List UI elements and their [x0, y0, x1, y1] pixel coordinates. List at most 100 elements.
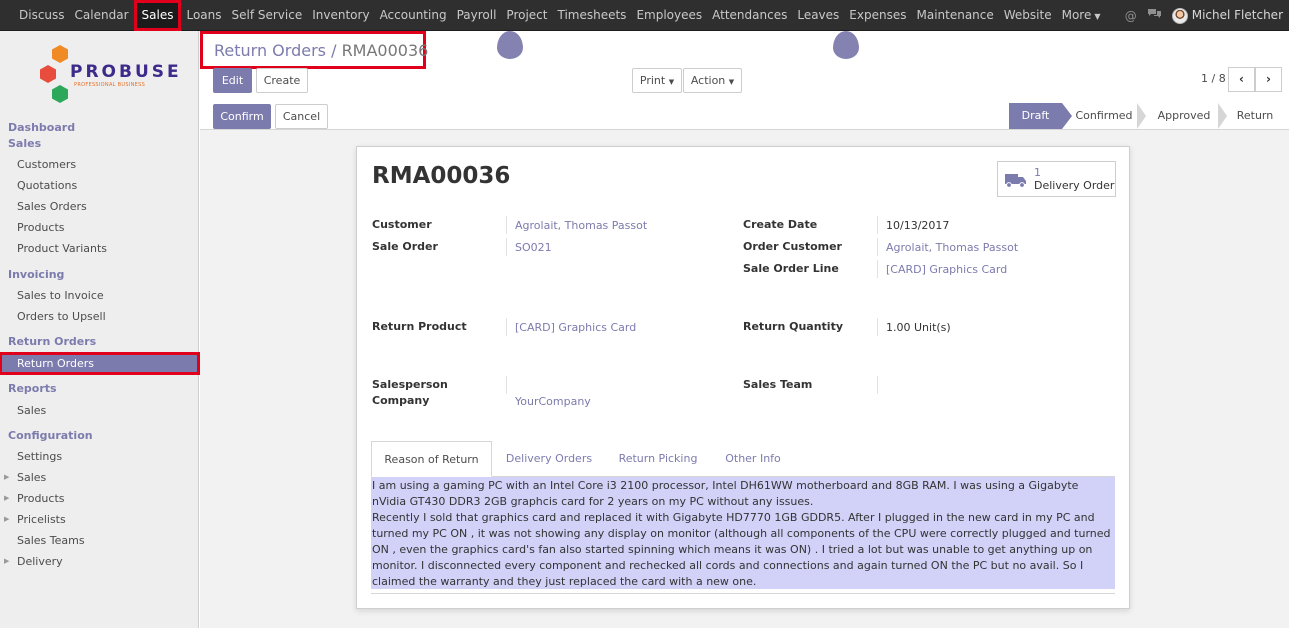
sidebar-head-reports: Reports: [8, 382, 57, 395]
tab-reason-of-return[interactable]: Reason of Return: [371, 441, 492, 477]
create-date-label: Create Date: [743, 218, 818, 231]
menu-website[interactable]: Website: [999, 0, 1057, 31]
breadcrumb-separator: /: [331, 41, 337, 60]
truck-icon: [1005, 174, 1026, 188]
caret-down-icon: ▼: [1094, 12, 1101, 21]
return-product-field[interactable]: [CARD] Graphics Card: [515, 321, 636, 334]
sidebar-item-sales-orders[interactable]: Sales Orders: [0, 196, 199, 217]
caret-right-icon: ▶: [4, 494, 10, 502]
menu-project[interactable]: Project: [501, 0, 552, 31]
create-date-field[interactable]: 10/13/2017: [886, 219, 949, 232]
menu-self-service[interactable]: Self Service: [227, 0, 308, 31]
menu-employees[interactable]: Employees: [631, 0, 707, 31]
company-label: Company: [372, 394, 430, 407]
sale-order-field[interactable]: SO021: [515, 241, 552, 254]
tour-tip-icon[interactable]: [833, 31, 859, 59]
menu-sales[interactable]: Sales: [133, 0, 182, 31]
caret-down-icon: ▼: [728, 78, 735, 86]
pager-next-button[interactable]: ›: [1255, 67, 1282, 92]
stage-draft[interactable]: Draft: [1009, 103, 1062, 129]
top-navbar: Discuss Calendar Sales Loans Self Servic…: [0, 0, 1289, 31]
sidebar-item-config-pricelists[interactable]: ▶ Pricelists: [0, 509, 199, 530]
sidebar-item-config-sales[interactable]: ▶ Sales: [0, 467, 199, 488]
company-field[interactable]: YourCompany: [515, 395, 591, 408]
breadcrumb-parent[interactable]: Return Orders: [214, 41, 326, 60]
tour-tip-icon[interactable]: [497, 31, 523, 59]
caret-down-icon: ▼: [668, 78, 675, 86]
menu-inventory[interactable]: Inventory: [307, 0, 374, 31]
pager-value[interactable]: 1 / 8: [1201, 72, 1226, 85]
order-customer-label: Order Customer: [743, 240, 842, 253]
sidebar-item-config-delivery[interactable]: ▶ Delivery: [0, 551, 199, 572]
caret-right-icon: ▶: [4, 557, 10, 565]
field-divider: [506, 216, 507, 234]
order-customer-field[interactable]: Agrolait, Thomas Passot: [886, 241, 1018, 254]
tab-delivery-orders[interactable]: Delivery Orders: [497, 441, 601, 477]
menu-expenses[interactable]: Expenses: [844, 0, 911, 31]
menu-attendances[interactable]: Attendances: [707, 0, 792, 31]
sidebar-item-label: Products: [17, 492, 65, 505]
tab-return-picking[interactable]: Return Picking: [606, 441, 710, 477]
sidebar-item-sales-to-invoice[interactable]: Sales to Invoice: [0, 285, 199, 306]
sale-order-line-field[interactable]: [CARD] Graphics Card: [886, 263, 1007, 276]
menu-maintenance[interactable]: Maintenance: [911, 0, 998, 31]
menu-timesheets[interactable]: Timesheets: [552, 0, 631, 31]
delivery-order-smart-button[interactable]: 1 Delivery Order: [997, 161, 1116, 197]
top-right-systray: @ Michel Fletcher: [1125, 0, 1283, 31]
tab-other-info[interactable]: Other Info: [715, 441, 791, 477]
sidebar-head-invoicing: Invoicing: [8, 268, 65, 281]
pager-previous-button[interactable]: ‹: [1228, 67, 1255, 92]
stage-confirmed[interactable]: Confirmed: [1072, 103, 1136, 129]
sidebar-item-reports-sales[interactable]: Sales: [0, 400, 199, 421]
field-underline: [371, 593, 1115, 594]
customer-field[interactable]: Agrolait, Thomas Passot: [515, 219, 647, 232]
menu-more[interactable]: More ▼: [1057, 0, 1106, 31]
stage-return[interactable]: Return: [1230, 103, 1280, 129]
print-button[interactable]: Print ▼: [632, 68, 682, 93]
sidebar-item-sales-teams[interactable]: Sales Teams: [0, 530, 199, 551]
sidebar-item-orders-to-upsell[interactable]: Orders to Upsell: [0, 306, 199, 327]
stage-approved[interactable]: Approved: [1152, 103, 1216, 129]
sidebar-head-sales: Sales: [8, 137, 42, 150]
stage-arrow: [1218, 103, 1227, 129]
at-mention-icon[interactable]: @: [1125, 9, 1137, 23]
user-menu[interactable]: Michel Fletcher: [1171, 7, 1283, 24]
menu-discuss[interactable]: Discuss: [14, 0, 70, 31]
sidebar-item-config-products[interactable]: ▶ Products: [0, 488, 199, 509]
sidebar-head-configuration: Configuration: [8, 429, 93, 442]
sidebar-dashboard[interactable]: Dashboard: [8, 121, 75, 134]
edit-button[interactable]: Edit: [213, 68, 252, 93]
sidebar-item-quotations[interactable]: Quotations: [0, 175, 199, 196]
sidebar-item-label: Sales: [17, 471, 47, 484]
action-button[interactable]: Action ▼: [683, 68, 742, 93]
reason-paragraph: Recently I sold that graphics card and r…: [372, 511, 1111, 588]
sidebar-item-settings[interactable]: Settings: [0, 446, 199, 467]
menu-leaves[interactable]: Leaves: [792, 0, 844, 31]
confirm-button[interactable]: Confirm: [213, 104, 271, 129]
return-quantity-field[interactable]: 1.00 Unit(s): [886, 321, 951, 334]
sidebar-item-products[interactable]: Products: [0, 217, 199, 238]
top-menu: Discuss Calendar Sales Loans Self Servic…: [14, 0, 1106, 31]
sidebar-item-return-orders[interactable]: Return Orders: [0, 352, 200, 375]
menu-calendar[interactable]: Calendar: [70, 0, 134, 31]
reason-text-field[interactable]: I am using a gaming PC with an Intel Cor…: [371, 477, 1115, 589]
print-label: Print: [639, 74, 666, 87]
menu-payroll[interactable]: Payroll: [452, 0, 502, 31]
caret-right-icon: ▶: [4, 473, 10, 481]
create-button[interactable]: Create: [256, 68, 308, 93]
menu-accounting[interactable]: Accounting: [375, 0, 452, 31]
sales-team-label: Sales Team: [743, 378, 813, 391]
field-divider: [877, 260, 878, 278]
chat-bubbles-icon[interactable]: [1147, 8, 1162, 23]
stage-arrow: [1062, 103, 1072, 129]
avatar: [1171, 7, 1188, 24]
sidebar-item-customers[interactable]: Customers: [0, 154, 199, 175]
sidebar-item-product-variants[interactable]: Product Variants: [0, 238, 199, 259]
field-divider: [877, 318, 878, 336]
cancel-button[interactable]: Cancel: [275, 104, 328, 129]
logo-hex-orange-icon: [52, 45, 68, 63]
return-quantity-label: Return Quantity: [743, 320, 843, 333]
reason-paragraph: I am using a gaming PC with an Intel Cor…: [372, 479, 1079, 508]
caret-right-icon: ▶: [4, 515, 10, 523]
menu-loans[interactable]: Loans: [181, 0, 226, 31]
